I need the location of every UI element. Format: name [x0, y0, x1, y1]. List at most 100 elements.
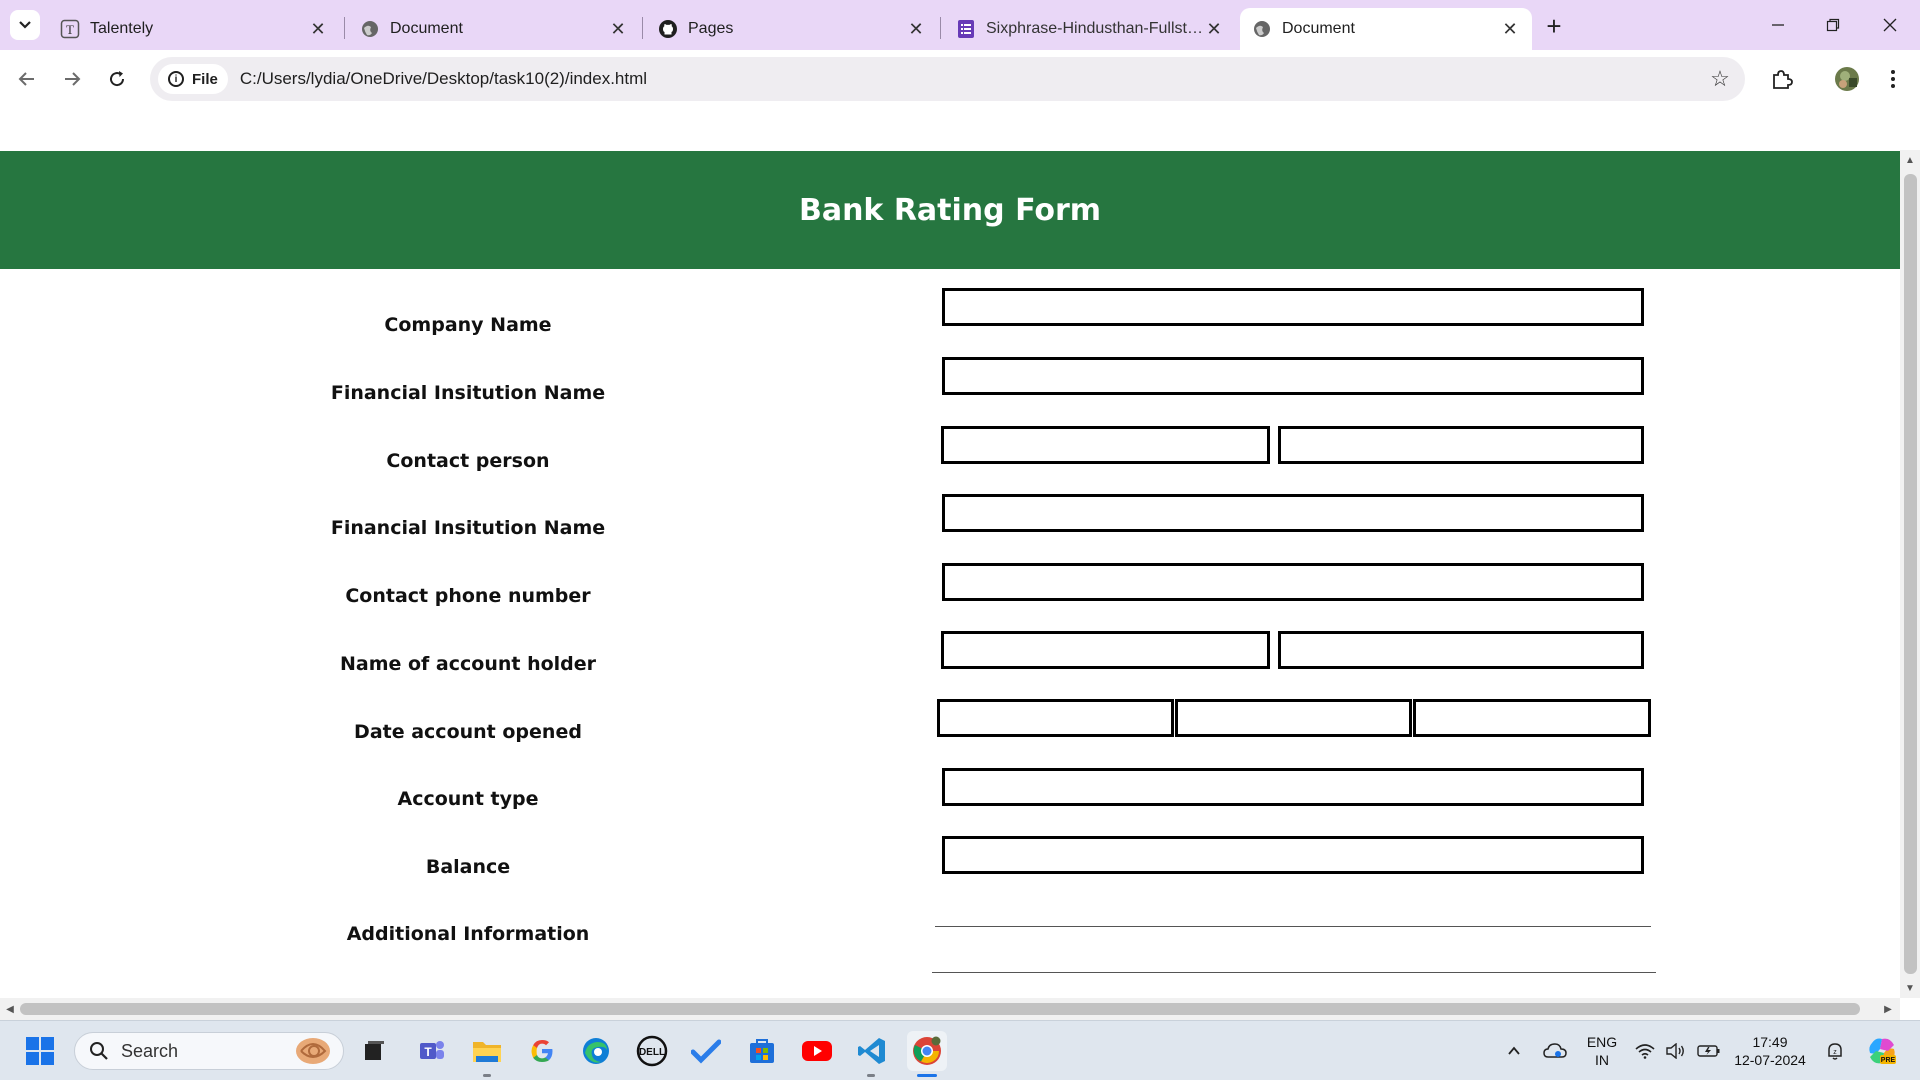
dell-icon[interactable]: DELL — [632, 1031, 672, 1071]
scroll-down-icon[interactable]: ▼ — [1900, 980, 1920, 996]
notifications-icon[interactable]: z — [1820, 1021, 1850, 1080]
form-header-banner: Bank Rating Form — [0, 151, 1900, 269]
close-icon[interactable]: ✕ — [1204, 19, 1224, 39]
tab-title: Talentely — [90, 20, 154, 37]
onedrive-sync-icon[interactable] — [1538, 1021, 1572, 1080]
tab-document-active[interactable]: Document ✕ — [1240, 8, 1532, 50]
scroll-right-icon[interactable]: ▶ — [1880, 1001, 1896, 1017]
field-label: Name of account holder — [339, 653, 597, 675]
field-label: Balance — [425, 856, 511, 878]
restore-icon — [1826, 18, 1840, 32]
close-icon[interactable]: ✕ — [608, 19, 628, 39]
svg-text:z: z — [1833, 1049, 1837, 1056]
tab-separator — [940, 17, 941, 39]
extensions-button[interactable] — [1765, 62, 1799, 96]
field-label: Additional Information — [346, 923, 590, 945]
active-app-indicator — [917, 1074, 937, 1077]
new-tab-button[interactable]: + — [1540, 11, 1568, 41]
task-view-icon[interactable] — [354, 1031, 394, 1071]
search-placeholder: Search — [121, 1040, 179, 1061]
field-label: Account type — [397, 788, 539, 810]
horizontal-scroll-thumb[interactable] — [20, 1003, 1860, 1015]
url-text[interactable]: C:/Users/lydia/OneDrive/Desktop/task10(2… — [240, 69, 1703, 89]
tab-search-button[interactable] — [10, 10, 40, 40]
chrome-icon[interactable] — [907, 1031, 947, 1071]
copilot-icon[interactable]: PRE — [1862, 1021, 1902, 1080]
svg-text:T: T — [424, 1045, 432, 1059]
account-type-input[interactable] — [942, 768, 1644, 806]
contact-person-last-input[interactable] — [1278, 426, 1644, 464]
account-holder-first-input[interactable] — [941, 631, 1270, 669]
clock-date: 12-07-2024 — [1734, 1052, 1806, 1068]
tab-sixphrase[interactable]: Sixphrase-Hindusthan-Fullstack ✕ — [944, 8, 1236, 50]
site-info-chip[interactable]: i File — [158, 64, 228, 94]
date-opened-day-input[interactable] — [937, 699, 1174, 737]
tab-title: Document — [1282, 20, 1355, 37]
teams-icon[interactable]: T — [412, 1031, 452, 1071]
windows-taskbar: Search T DELL ENG IN 17:49 12-07-2024 z … — [0, 1020, 1920, 1080]
horizontal-scrollbar[interactable]: ◀ ▶ — [0, 998, 1900, 1020]
close-icon[interactable]: ✕ — [1500, 19, 1520, 39]
edge-icon[interactable] — [576, 1031, 616, 1071]
browser-toolbar: i File C:/Users/lydia/OneDrive/Desktop/t… — [0, 50, 1920, 108]
tab-document-1[interactable]: Document ✕ — [348, 8, 640, 50]
show-hidden-icons-button[interactable] — [1500, 1021, 1528, 1080]
balance-input[interactable] — [942, 836, 1644, 874]
vertical-scroll-thumb[interactable] — [1904, 174, 1917, 974]
scroll-up-icon[interactable]: ▲ — [1900, 152, 1920, 168]
tab-title: Document — [390, 20, 463, 37]
scheme-label: File — [192, 70, 218, 88]
field-label: Date account opened — [354, 721, 582, 743]
minimize-button[interactable] — [1758, 10, 1798, 40]
tab-talentely[interactable]: T Talentely ✕ — [48, 8, 340, 50]
additional-info-line[interactable] — [935, 926, 1651, 928]
company-name-input[interactable] — [942, 288, 1644, 326]
reload-button[interactable] — [100, 62, 134, 96]
more-vertical-icon — [1891, 70, 1895, 88]
browser-menu-button[interactable] — [1876, 62, 1910, 96]
account-holder-last-input[interactable] — [1278, 631, 1644, 669]
back-button[interactable] — [10, 62, 44, 96]
restore-button[interactable] — [1813, 10, 1853, 40]
close-window-button[interactable] — [1870, 10, 1910, 40]
clock[interactable]: 17:49 12-07-2024 — [1730, 1021, 1810, 1080]
scroll-left-icon[interactable]: ◀ — [2, 1001, 18, 1017]
avatar-icon — [1835, 67, 1859, 91]
wifi-icon[interactable] — [1632, 1021, 1658, 1080]
google-icon[interactable] — [522, 1031, 562, 1071]
close-icon[interactable]: ✕ — [906, 19, 926, 39]
puzzle-icon — [1773, 70, 1793, 89]
financial-institution-name-input[interactable] — [942, 357, 1644, 395]
contact-person-first-input[interactable] — [941, 426, 1270, 464]
address-bar[interactable]: i File C:/Users/lydia/OneDrive/Desktop/t… — [150, 57, 1745, 101]
contact-phone-input[interactable] — [942, 563, 1644, 601]
battery-icon[interactable] — [1694, 1021, 1724, 1080]
reload-icon — [110, 71, 125, 87]
file-explorer-icon[interactable] — [467, 1031, 507, 1071]
date-opened-year-input[interactable] — [1413, 699, 1651, 737]
bookmark-star-icon[interactable]: ☆ — [1703, 62, 1737, 96]
financial-institution-name-2-input[interactable] — [942, 494, 1644, 532]
arrow-left-icon — [18, 72, 34, 86]
search-highlight-icon — [296, 1038, 330, 1064]
youtube-icon[interactable] — [797, 1031, 837, 1071]
field-label: Financial Insitution Name — [330, 517, 606, 539]
field-label: Financial Insitution Name — [330, 382, 606, 404]
tab-pages[interactable]: Pages ✕ — [646, 8, 938, 50]
profile-avatar[interactable] — [1830, 62, 1864, 96]
vertical-scrollbar[interactable]: ▲ ▼ — [1900, 150, 1920, 998]
additional-info-line[interactable] — [932, 972, 1656, 974]
close-icon[interactable]: ✕ — [308, 19, 328, 39]
taskbar-search-box[interactable]: Search — [74, 1032, 344, 1070]
language-indicator[interactable]: ENG IN — [1580, 1021, 1624, 1080]
volume-icon[interactable] — [1663, 1021, 1689, 1080]
windows-start-icon[interactable] — [20, 1031, 60, 1071]
forward-button[interactable] — [55, 62, 89, 96]
page-title: Bank Rating Form — [798, 192, 1102, 228]
store-icon[interactable] — [742, 1031, 782, 1071]
bank-rating-form: Bank Rating Form Company Name Financial … — [0, 108, 1900, 998]
date-opened-month-input[interactable] — [1175, 699, 1412, 737]
todo-icon[interactable] — [686, 1031, 726, 1071]
globe-icon — [360, 19, 380, 39]
vscode-icon[interactable] — [852, 1031, 892, 1071]
